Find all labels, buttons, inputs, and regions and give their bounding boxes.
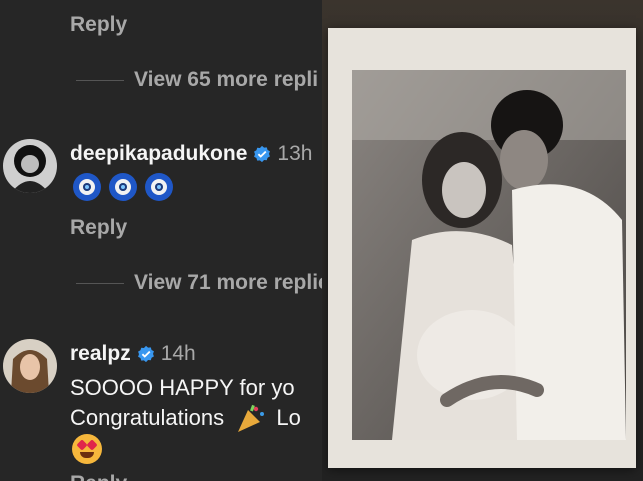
photo-card	[328, 28, 636, 468]
verified-badge-icon	[137, 345, 154, 363]
avatar-realpz[interactable]	[3, 339, 57, 393]
couple-photo	[352, 70, 626, 440]
view-more-label: View 65 more repli	[134, 68, 319, 91]
party-popper-icon	[238, 405, 265, 433]
reply-button-comment-1[interactable]: Reply	[70, 216, 127, 240]
comment-2-line-2-end: Lo	[276, 405, 301, 430]
photo-panel	[322, 0, 643, 481]
username-deepikapadukone[interactable]: deepikapadukone	[70, 142, 247, 166]
view-more-replies-1[interactable]: View 65 more repli	[76, 68, 318, 92]
verified-badge-icon	[254, 145, 271, 163]
divider-line	[76, 79, 124, 81]
comments-panel: Reply View 65 more repli deepikapadukone…	[0, 0, 322, 481]
comment-2-emoji	[72, 434, 102, 464]
evil-eye-icon	[145, 173, 173, 201]
comment-2-line-1: SOOOO HAPPY for yo	[70, 375, 295, 400]
view-more-label: View 71 more replie	[134, 271, 322, 294]
evil-eye-icon	[73, 173, 101, 201]
divider-line	[76, 282, 124, 284]
username-realpz[interactable]: realpz	[70, 342, 131, 366]
reply-button-top[interactable]: Reply	[70, 13, 127, 37]
evil-eye-icon	[109, 173, 137, 201]
view-more-replies-2[interactable]: View 71 more replie	[76, 271, 322, 295]
comment-1-header: deepikapadukone 13h	[70, 142, 312, 166]
comment-1-text	[73, 173, 173, 201]
comment-2-line-2: Congratulations Lo	[70, 403, 301, 434]
comment-2-line-2-start: Congratulations	[70, 405, 225, 430]
comment-2-header: realpz 14h	[70, 342, 196, 366]
heart-eyes-icon	[72, 434, 102, 464]
comment-2-time: 14h	[160, 342, 196, 365]
comment-1-time: 13h	[277, 142, 313, 165]
reply-button-bottom[interactable]: Reply	[70, 472, 127, 481]
avatar-deepikapadukone[interactable]	[3, 139, 57, 193]
